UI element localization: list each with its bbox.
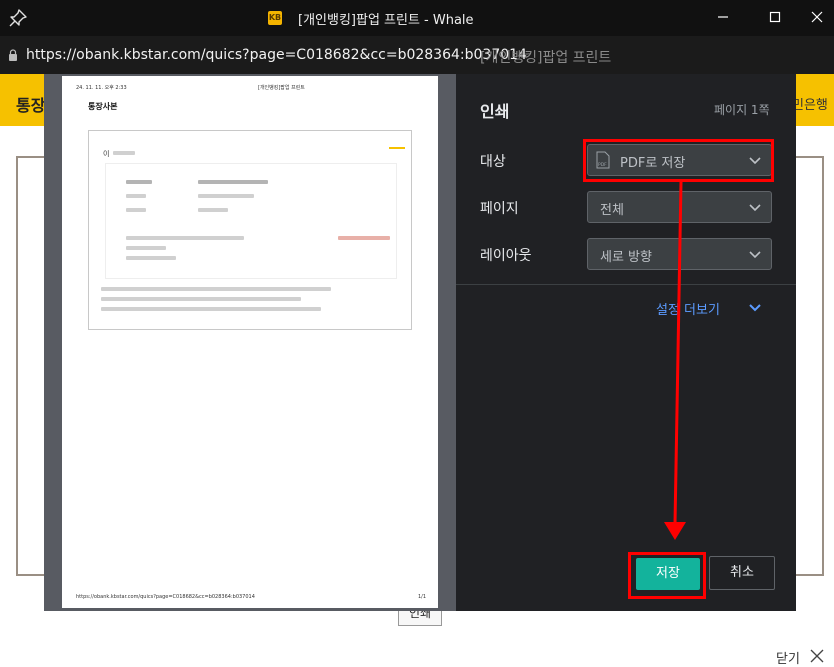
preview-accent-line bbox=[389, 147, 405, 149]
save-highlight bbox=[628, 552, 706, 599]
maximize-icon[interactable] bbox=[762, 5, 788, 29]
print-preview: 24. 11. 11. 오후 2:33 [개인뱅킹]팝업 프린트 통장사본 이 bbox=[44, 74, 456, 611]
url-text[interactable]: https://obank.kbstar.com/quics?page=C018… bbox=[26, 47, 527, 63]
redacted-text bbox=[198, 194, 254, 198]
pages-value: 전체 bbox=[600, 203, 624, 218]
site-favicon: KB bbox=[268, 11, 282, 25]
pin-icon[interactable] bbox=[8, 8, 28, 28]
cancel-button[interactable]: 취소 bbox=[709, 556, 775, 590]
redacted-text bbox=[126, 236, 244, 240]
settings-divider bbox=[456, 284, 796, 285]
preview-document-frame: 이 bbox=[88, 130, 412, 330]
preview-footer-page: 1/1 bbox=[418, 594, 427, 600]
redacted-text bbox=[126, 208, 146, 212]
page-title: 통장 bbox=[16, 96, 46, 115]
redacted-text bbox=[113, 151, 135, 155]
redacted-text bbox=[338, 236, 390, 240]
close-link[interactable]: 닫기 bbox=[776, 648, 800, 667]
destination-label: 대상 bbox=[480, 154, 506, 170]
redacted-text bbox=[126, 256, 176, 260]
close-icon[interactable] bbox=[804, 5, 830, 29]
redacted-text bbox=[198, 180, 268, 184]
layout-select[interactable]: 세로 방향 bbox=[587, 238, 772, 270]
preview-header-title: [개인뱅킹]팝업 프린트 bbox=[258, 85, 305, 91]
minimize-icon[interactable] bbox=[710, 5, 736, 29]
address-bar[interactable]: https://obank.kbstar.com/quics?page=C018… bbox=[0, 36, 834, 74]
redacted-text bbox=[126, 246, 166, 250]
more-settings-link[interactable]: 설정 더보기 bbox=[656, 299, 720, 318]
window-title: [개인뱅킹]팝업 프린트 - Whale bbox=[298, 13, 474, 28]
layout-label: 레이아웃 bbox=[480, 248, 532, 264]
preview-field-label: 이 bbox=[103, 150, 110, 158]
screen: KB [개인뱅킹]팝업 프린트 - Whale https://obank.kb… bbox=[0, 0, 834, 667]
redacted-text bbox=[101, 307, 321, 311]
lock-icon bbox=[9, 49, 17, 61]
address-page-title: [개인뱅킹]팝업 프린트 bbox=[480, 50, 612, 66]
destination-highlight bbox=[583, 139, 774, 182]
redacted-text bbox=[126, 194, 146, 198]
preview-footer-url: https://obank.kbstar.com/quics?page=C018… bbox=[76, 594, 255, 600]
chevron-down-icon[interactable] bbox=[748, 302, 762, 314]
preview-account-box bbox=[105, 163, 397, 279]
redacted-text bbox=[198, 208, 228, 212]
preview-header-date: 24. 11. 11. 오후 2:33 bbox=[76, 85, 127, 91]
pages-label: 페이지 bbox=[480, 201, 519, 217]
redacted-text bbox=[101, 297, 301, 301]
chevron-down-icon bbox=[749, 251, 761, 259]
preview-doc-title: 통장사본 bbox=[88, 102, 118, 111]
preview-page: 24. 11. 11. 오후 2:33 [개인뱅킹]팝업 프린트 통장사본 이 bbox=[62, 76, 438, 608]
chevron-down-icon bbox=[749, 204, 761, 212]
print-title: 인쇄 bbox=[480, 102, 510, 121]
bank-brand-text: 민은행 bbox=[792, 98, 828, 113]
layout-value: 세로 방향 bbox=[600, 250, 652, 265]
page-count: 페이지 1쪽 bbox=[714, 103, 770, 117]
pages-select[interactable]: 전체 bbox=[587, 191, 772, 223]
close-x-icon[interactable] bbox=[810, 649, 824, 663]
title-bar: KB [개인뱅킹]팝업 프린트 - Whale bbox=[0, 0, 834, 36]
redacted-text bbox=[101, 287, 331, 291]
redacted-text bbox=[126, 180, 152, 184]
